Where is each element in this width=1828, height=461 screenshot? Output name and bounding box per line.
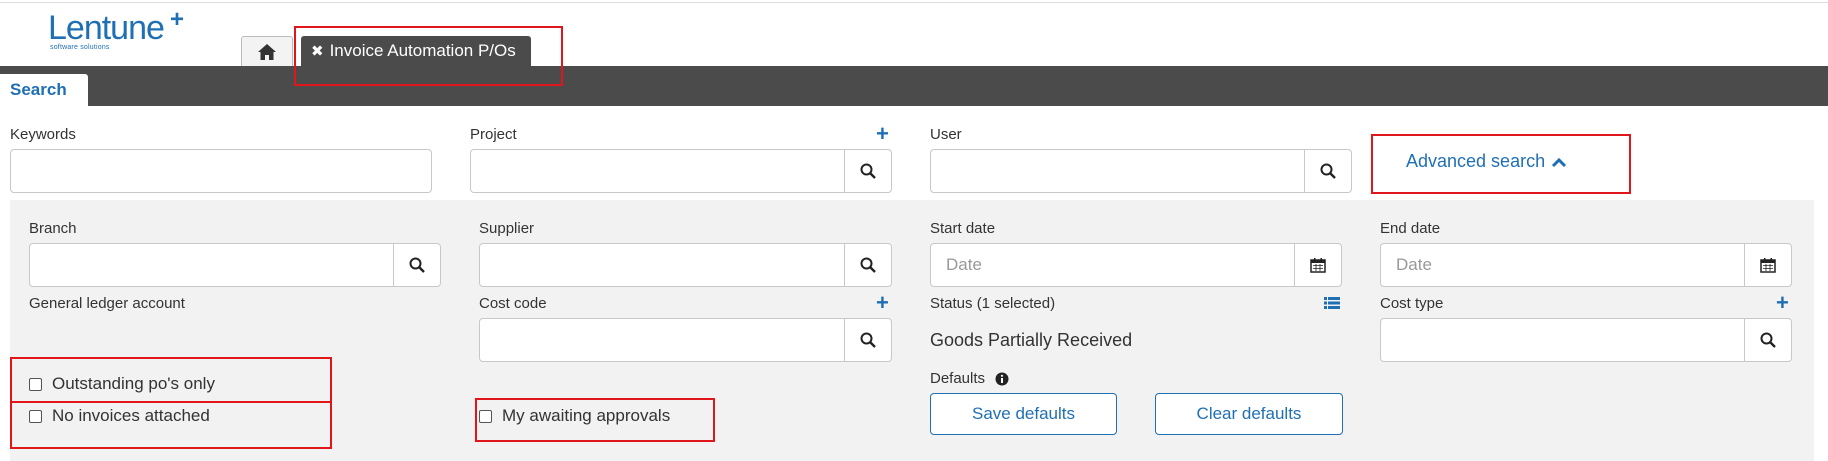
logo-plus: + — [170, 6, 185, 33]
branch-search-button[interactable] — [393, 243, 441, 287]
end-date-label: End date — [1380, 220, 1441, 237]
keywords-input[interactable] — [10, 149, 432, 193]
list-icon — [1324, 297, 1340, 309]
search-icon — [860, 163, 876, 179]
branch-input[interactable] — [29, 243, 393, 287]
logo-wordmark: Lentune — [48, 9, 165, 47]
cost-code-label: Cost code — [479, 295, 547, 312]
end-date-input[interactable]: Date — [1380, 243, 1744, 287]
end-date-calendar-button[interactable] — [1744, 243, 1792, 287]
defaults-label: Defaults — [930, 370, 986, 387]
add-cost-code-icon[interactable]: + — [876, 292, 889, 314]
supplier-search-button[interactable] — [844, 243, 892, 287]
end-date-input-group: Date — [1380, 243, 1792, 287]
chevron-up-icon — [1552, 157, 1567, 167]
project-label: Project — [470, 126, 517, 143]
status-value: Goods Partially Received — [930, 330, 1133, 350]
no-invoices-checkbox-row[interactable]: No invoices attached — [29, 406, 210, 426]
supplier-label: Supplier — [479, 220, 535, 237]
keywords-label: Keywords — [10, 126, 76, 143]
add-cost-type-icon[interactable]: + — [1776, 292, 1789, 314]
close-icon[interactable]: ✖ — [311, 42, 324, 60]
supplier-input[interactable] — [479, 243, 844, 287]
user-search-button[interactable] — [1304, 149, 1352, 193]
info-icon[interactable] — [995, 372, 1009, 386]
search-icon — [409, 257, 425, 273]
calendar-icon — [1310, 258, 1326, 273]
save-defaults-button[interactable]: Save defaults — [930, 393, 1117, 435]
cost-type-input[interactable] — [1380, 318, 1744, 362]
calendar-icon — [1760, 258, 1776, 273]
awaiting-approvals-label: My awaiting approvals — [502, 406, 671, 425]
status-label: Status (1 selected) — [930, 295, 1056, 312]
advanced-search-label: Advanced search — [1406, 151, 1546, 171]
defaults-header: Defaults — [930, 370, 1009, 387]
user-label: User — [930, 126, 962, 143]
no-invoices-checkbox[interactable] — [29, 409, 42, 423]
start-date-label: Start date — [930, 220, 996, 237]
gl-account-label: General ledger account — [29, 295, 185, 312]
clear-defaults-button[interactable]: Clear defaults — [1155, 393, 1343, 435]
awaiting-approvals-checkbox-row[interactable]: My awaiting approvals — [479, 406, 670, 426]
section-bar — [0, 66, 1828, 106]
tab-home[interactable] — [241, 36, 293, 66]
cost-code-input[interactable] — [479, 318, 844, 362]
branch-label: Branch — [29, 220, 77, 237]
cost-code-search-button[interactable] — [844, 318, 892, 362]
search-icon — [1760, 332, 1776, 348]
cost-type-search-button[interactable] — [1744, 318, 1792, 362]
outstanding-pos-checkbox-row[interactable]: Outstanding po's only — [29, 374, 215, 394]
search-icon — [1320, 163, 1336, 179]
user-input[interactable] — [930, 149, 1304, 193]
start-date-input-group: Date — [930, 243, 1342, 287]
user-input-group — [930, 149, 1352, 193]
project-search-button[interactable] — [844, 149, 892, 193]
project-input-group — [470, 149, 892, 193]
tab-invoice-automation-pos[interactable]: ✖ Invoice Automation P/Os — [301, 36, 531, 66]
search-icon — [860, 332, 876, 348]
cost-type-input-group — [1380, 318, 1792, 362]
cost-code-input-group — [479, 318, 892, 362]
outstanding-pos-checkbox[interactable] — [29, 377, 42, 391]
home-icon — [258, 43, 276, 60]
advanced-search-toggle[interactable]: Advanced search — [1406, 151, 1567, 172]
status-list-button[interactable] — [1324, 296, 1340, 315]
tab-label: Invoice Automation P/Os — [329, 41, 516, 60]
supplier-input-group — [479, 243, 892, 287]
cost-type-label: Cost type — [1380, 295, 1444, 312]
start-date-input[interactable]: Date — [930, 243, 1294, 287]
top-divider — [0, 2, 1828, 3]
search-icon — [860, 257, 876, 273]
awaiting-approvals-checkbox[interactable] — [479, 409, 492, 423]
logo: Lentune + software solutions — [48, 6, 184, 51]
tab-search[interactable]: Search — [0, 74, 88, 106]
no-invoices-label: No invoices attached — [52, 406, 210, 425]
start-date-calendar-button[interactable] — [1294, 243, 1342, 287]
project-input[interactable] — [470, 149, 844, 193]
branch-input-group — [29, 243, 441, 287]
outstanding-pos-label: Outstanding po's only — [52, 374, 215, 393]
add-project-icon[interactable]: + — [876, 123, 889, 145]
